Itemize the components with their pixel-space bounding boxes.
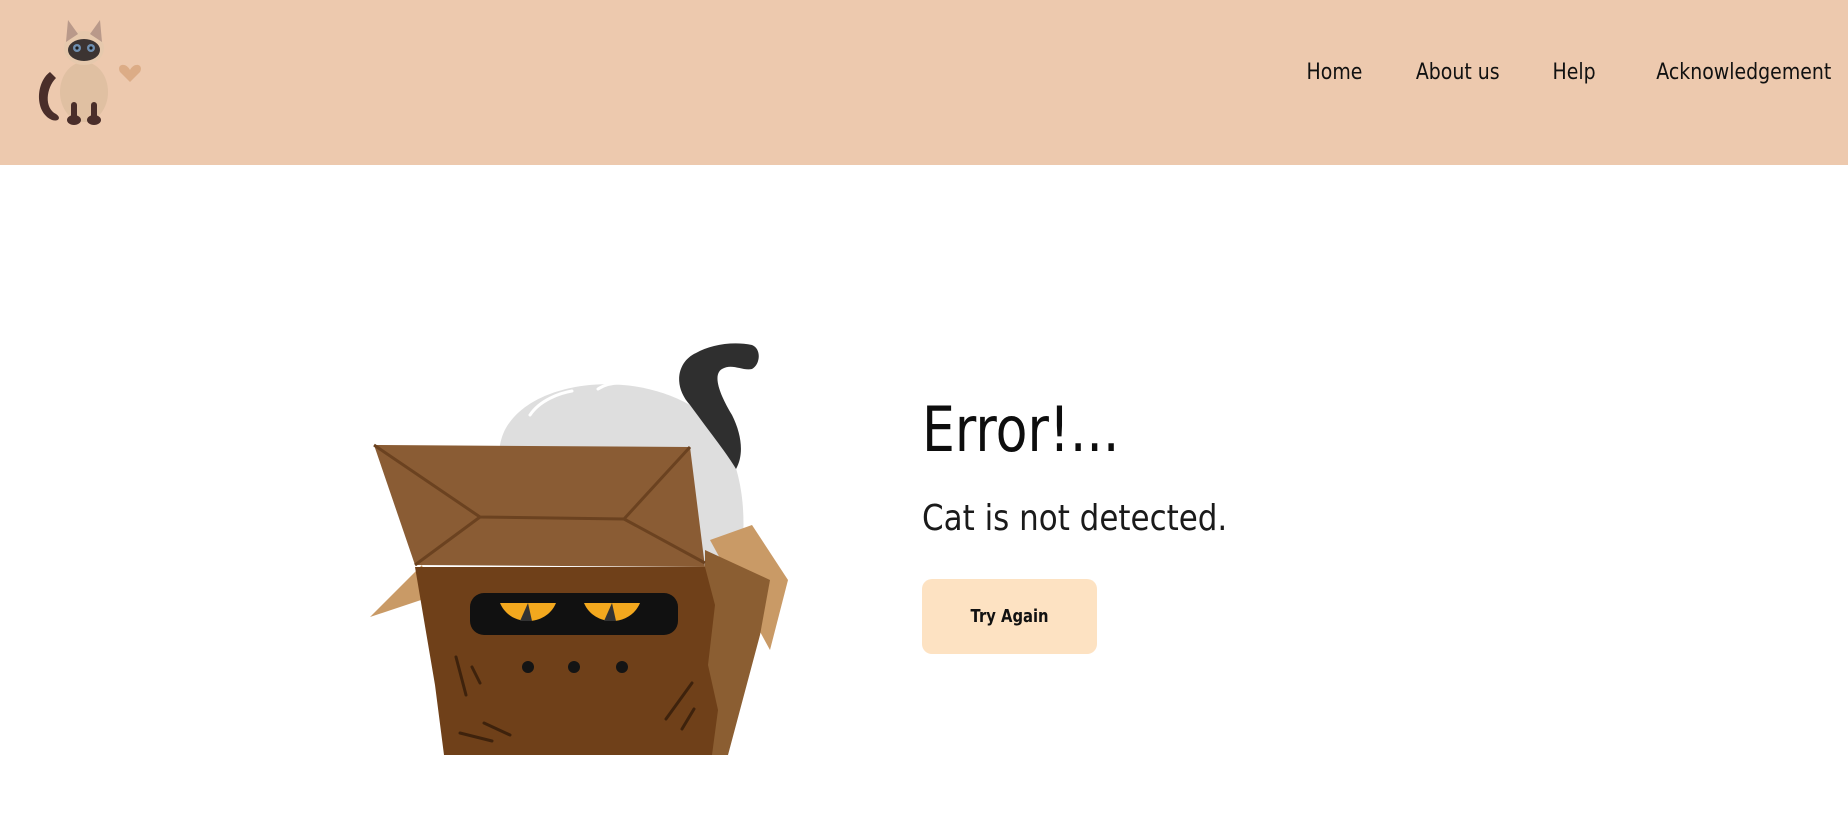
nav-acknowledgement[interactable]: Acknowledgement <box>1656 60 1831 85</box>
siamese-cat-logo-icon[interactable] <box>22 12 152 132</box>
site-header: Home About us Help Acknowledgement <box>0 0 1848 165</box>
cat-in-box-icon <box>360 305 800 765</box>
error-title: Error!... <box>922 393 1120 466</box>
nav-home[interactable]: Home <box>1307 60 1363 85</box>
try-again-label: Try Again <box>970 606 1049 627</box>
nav-about-us[interactable]: About us <box>1416 60 1500 85</box>
nav-help[interactable]: Help <box>1553 60 1596 85</box>
error-message: Cat is not detected. <box>922 498 1228 539</box>
try-again-button[interactable]: Try Again <box>922 579 1097 654</box>
error-content: Error!... Cat is not detected. Try Again <box>922 395 1277 654</box>
